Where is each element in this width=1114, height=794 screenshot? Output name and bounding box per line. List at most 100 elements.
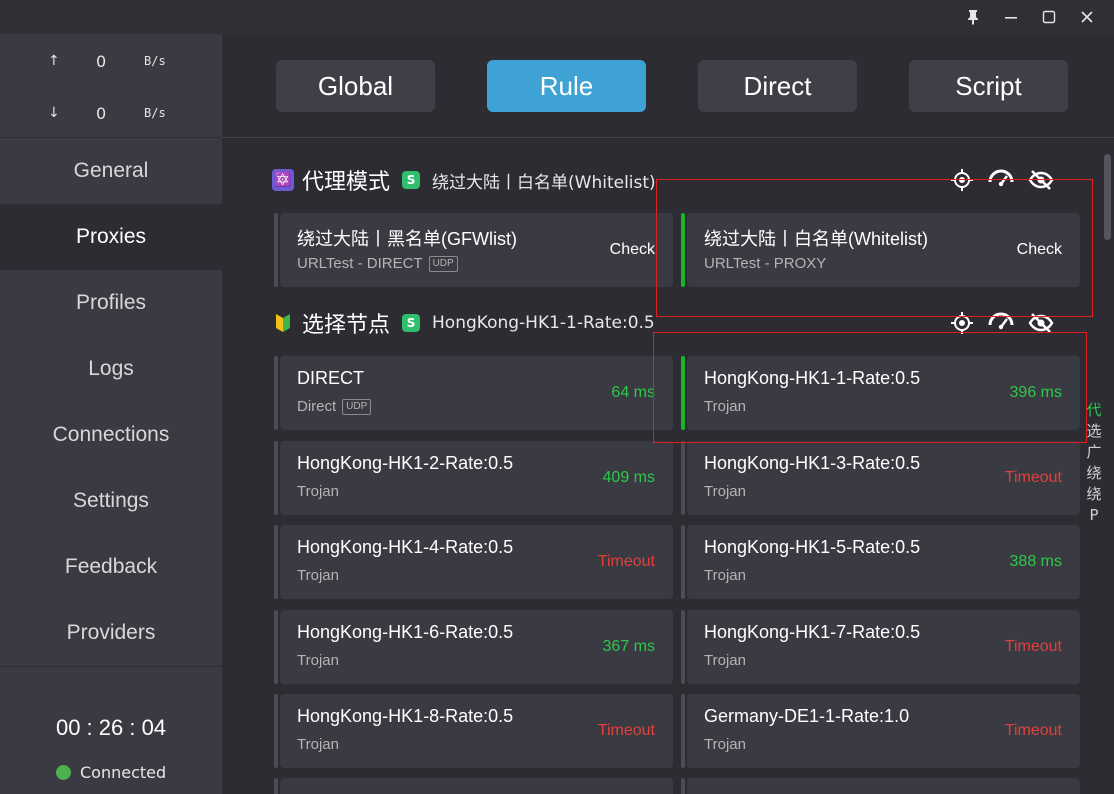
proxy-type-label: URLTest - DIRECT bbox=[297, 255, 423, 272]
proxy-type-label: Trojan bbox=[704, 567, 746, 584]
selection-bar bbox=[681, 694, 685, 768]
side-list-item: 广 bbox=[1086, 443, 1102, 461]
download-unit: B/s bbox=[144, 106, 166, 120]
selection-bar bbox=[681, 609, 685, 684]
proxy-card[interactable]: HongKong-HK1-6-Rate:0.5 Trojan 367 ms bbox=[274, 609, 673, 684]
sidebar-item-providers[interactable]: Providers bbox=[0, 600, 222, 666]
proxy-type: Trojan bbox=[297, 567, 339, 584]
proxy-card[interactable]: Germany-DE1-1-Rate:1.0 Trojan Timeout bbox=[681, 694, 1080, 768]
proxy-card-partial[interactable] bbox=[681, 778, 1080, 794]
latency-label[interactable]: 367 ms bbox=[603, 638, 655, 656]
download-value: 0 bbox=[96, 103, 107, 123]
selection-bar bbox=[681, 440, 685, 515]
proxy-type: Trojan bbox=[704, 736, 746, 753]
latency-label[interactable]: Timeout bbox=[598, 722, 655, 740]
star-of-david-icon: 🔯 bbox=[272, 169, 294, 191]
minimize-icon[interactable] bbox=[992, 0, 1030, 34]
download-arrow-icon: ↓ bbox=[48, 105, 60, 121]
sidebar: ↑ 0 B/s ↓ 0 B/s General Proxies Profiles… bbox=[0, 34, 222, 794]
sidebar-item-logs[interactable]: Logs bbox=[0, 336, 222, 402]
latency-label[interactable]: 64 ms bbox=[611, 384, 655, 402]
udp-badge: UDP bbox=[428, 255, 458, 272]
mode-rule-button[interactable]: Rule bbox=[487, 60, 646, 112]
upload-value: 0 bbox=[96, 51, 107, 71]
selection-bar bbox=[274, 213, 278, 287]
status-panel: 00 : 26 : 04 Connected bbox=[0, 666, 222, 794]
close-icon[interactable] bbox=[1068, 0, 1106, 34]
mode-bar: Global Rule Direct Script bbox=[222, 34, 1114, 138]
proxy-name: HongKong-HK1-3-Rate:0.5 bbox=[704, 452, 921, 473]
proxy-card[interactable]: DIRECT Direct UDP 64 ms bbox=[274, 356, 673, 430]
group-current-proxy: 绕过大陆丨白名单(Whitelist) bbox=[432, 172, 656, 193]
proxy-card[interactable]: HongKong-HK1-8-Rate:0.5 Trojan Timeout bbox=[274, 694, 673, 768]
side-list-item: 绕 bbox=[1086, 464, 1102, 482]
group-header-select-node[interactable]: 选择节点 S HongKong-HK1-1-Rate:0.5 bbox=[272, 308, 655, 338]
latency-label[interactable]: Timeout bbox=[598, 553, 655, 571]
proxy-card[interactable]: HongKong-HK1-2-Rate:0.5 Trojan 409 ms bbox=[274, 440, 673, 515]
latency-label[interactable]: 409 ms bbox=[603, 469, 655, 487]
selection-bar bbox=[274, 609, 278, 684]
proxy-card-partial[interactable] bbox=[274, 778, 673, 794]
sidebar-item-profiles[interactable]: Profiles bbox=[0, 270, 222, 336]
proxy-card[interactable]: 绕过大陆丨黑名单(GFWlist) URLTest - DIRECT UDP C… bbox=[274, 213, 673, 287]
proxy-card[interactable]: HongKong-HK1-3-Rate:0.5 Trojan Timeout bbox=[681, 440, 1080, 515]
proxy-name: HongKong-HK1-6-Rate:0.5 bbox=[297, 621, 514, 642]
sidebar-item-settings[interactable]: Settings bbox=[0, 468, 222, 534]
group-header-proxy-mode[interactable]: 🔯 代理模式 S 绕过大陆丨白名单(Whitelist) bbox=[272, 165, 656, 195]
title-bar bbox=[0, 0, 1114, 34]
mode-global-button[interactable]: Global bbox=[276, 60, 435, 112]
proxy-type-label: Trojan bbox=[297, 651, 339, 669]
selection-bar bbox=[274, 694, 278, 768]
beginner-badge-icon bbox=[272, 312, 294, 334]
latency-label[interactable]: Timeout bbox=[1005, 638, 1062, 656]
selection-bar bbox=[681, 525, 685, 599]
proxy-name: HongKong-HK1-7-Rate:0.5 bbox=[704, 621, 921, 642]
proxy-card[interactable]: HongKong-HK1-7-Rate:0.5 Trojan Timeout bbox=[681, 609, 1080, 684]
mode-direct-button[interactable]: Direct bbox=[698, 60, 857, 112]
proxy-name: HongKong-HK1-4-Rate:0.5 bbox=[297, 537, 514, 557]
proxy-type-label: Trojan bbox=[297, 567, 339, 584]
mode-script-button[interactable]: Script bbox=[909, 60, 1068, 112]
overflow-group-list: 代 选 广 绕 绕 P bbox=[1086, 400, 1102, 526]
maximize-icon[interactable] bbox=[1030, 0, 1068, 34]
proxy-type: Trojan bbox=[297, 736, 339, 753]
latency-label[interactable]: Timeout bbox=[1005, 722, 1062, 740]
proxy-type: URLTest - DIRECT UDP bbox=[297, 255, 458, 272]
selection-bar bbox=[274, 778, 278, 794]
latency-label[interactable]: 388 ms bbox=[1010, 553, 1062, 571]
proxy-type-label: Trojan bbox=[704, 736, 746, 753]
proxy-type: Trojan bbox=[704, 567, 746, 584]
sidebar-item-general[interactable]: General bbox=[0, 138, 222, 204]
sidebar-item-proxies[interactable]: Proxies bbox=[0, 204, 222, 270]
proxy-card[interactable]: HongKong-HK1-4-Rate:0.5 Trojan Timeout bbox=[274, 525, 673, 599]
selection-bar bbox=[274, 525, 278, 599]
group-title: 代理模式 bbox=[302, 170, 391, 195]
proxy-type: Trojan bbox=[704, 483, 746, 500]
proxy-type-label: Trojan bbox=[704, 482, 746, 500]
group-current-proxy: HongKong-HK1-1-Rate:0.5 bbox=[432, 313, 655, 333]
pin-icon[interactable] bbox=[954, 0, 992, 34]
selector-badge: S bbox=[402, 171, 421, 189]
proxy-name: HongKong-HK1-2-Rate:0.5 bbox=[297, 452, 514, 473]
proxy-type: Trojan bbox=[704, 652, 746, 669]
group-title: 选择节点 bbox=[302, 313, 391, 338]
traffic-speed: ↑ 0 B/s ↓ 0 B/s bbox=[0, 34, 222, 138]
scrollbar-thumb[interactable] bbox=[1104, 154, 1111, 240]
proxy-name: DIRECT bbox=[297, 368, 364, 388]
connection-label: Connected bbox=[80, 763, 167, 782]
selection-bar bbox=[681, 778, 685, 794]
download-speed: ↓ 0 B/s bbox=[0, 98, 222, 128]
latency-label[interactable]: Timeout bbox=[1005, 469, 1062, 487]
proxy-type-label: Trojan bbox=[297, 736, 339, 753]
highlight-box bbox=[656, 179, 1093, 317]
proxy-card[interactable]: HongKong-HK1-5-Rate:0.5 Trojan 388 ms bbox=[681, 525, 1080, 599]
proxy-type: Trojan bbox=[297, 483, 339, 500]
side-list-item: P bbox=[1089, 506, 1099, 524]
sidebar-item-connections[interactable]: Connections bbox=[0, 402, 222, 468]
status-dot-icon bbox=[56, 765, 71, 780]
udp-badge: UDP bbox=[342, 398, 372, 415]
selector-badge: S bbox=[402, 314, 421, 332]
sidebar-item-feedback[interactable]: Feedback bbox=[0, 534, 222, 600]
selection-bar bbox=[274, 440, 278, 515]
check-button[interactable]: Check bbox=[610, 241, 655, 259]
